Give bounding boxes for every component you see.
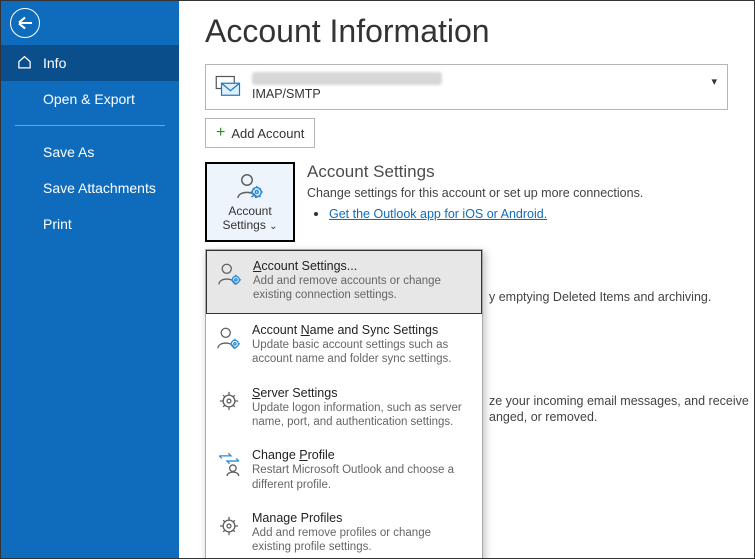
sidebar-item-label: Print — [43, 216, 72, 232]
main-panel: Account Information IMAP/SMTP ▾ + Add Ac… — [179, 1, 754, 558]
menu-item-title: Change Profile — [252, 448, 472, 462]
section-heading: Account Settings — [307, 162, 643, 182]
arrows-person-icon — [216, 448, 242, 492]
menu-item-3[interactable]: Change ProfileRestart Microsoft Outlook … — [206, 439, 482, 502]
menu-item-desc: Add and remove accounts or change existi… — [253, 274, 471, 303]
account-settings-text: Account Settings Change settings for thi… — [307, 162, 643, 242]
account-selector[interactable]: IMAP/SMTP ▾ — [205, 64, 728, 110]
back-arrow-icon — [10, 8, 40, 38]
sidebar-item-save-as[interactable]: Save As — [1, 134, 179, 170]
mail-icon — [214, 74, 244, 100]
big-btn-line2: Settings — [222, 218, 265, 232]
menu-item-desc: Add and remove profiles or change existi… — [252, 526, 472, 555]
backstage-sidebar: Info Open & Export Save As Save Attachme… — [1, 1, 179, 558]
account-settings-menu: Account Settings...Add and remove accoun… — [205, 249, 483, 558]
sidebar-item-print[interactable]: Print — [1, 206, 179, 242]
sidebar-item-save-attachments[interactable]: Save Attachments — [1, 170, 179, 206]
add-account-button[interactable]: + Add Account — [205, 118, 315, 148]
sidebar-item-label: Save Attachments — [43, 180, 156, 196]
gear-icon — [216, 386, 242, 430]
sidebar-separator — [15, 125, 165, 126]
mailbox-settings-peek: y emptying Deleted Items and archiving. — [489, 290, 711, 304]
page-title: Account Information — [205, 13, 728, 50]
menu-item-1[interactable]: Account Name and Sync SettingsUpdate bas… — [206, 314, 482, 377]
home-icon — [17, 55, 32, 70]
sidebar-item-label: Save As — [43, 144, 94, 160]
account-settings-button[interactable]: AccountSettings ⌄ — [205, 162, 295, 242]
menu-item-title: Server Settings — [252, 386, 472, 400]
rules-alerts-peek-2: anged, or removed. — [489, 410, 597, 424]
account-type: IMAP/SMTP — [252, 87, 442, 102]
sidebar-item-label: Info — [43, 55, 66, 71]
sidebar-item-open-export[interactable]: Open & Export — [1, 81, 179, 117]
gear-icon — [216, 511, 242, 555]
account-email-redacted — [252, 72, 442, 85]
menu-item-title: Manage Profiles — [252, 511, 472, 525]
person-gear-icon — [235, 171, 265, 201]
sidebar-item-info[interactable]: Info — [1, 45, 179, 81]
sidebar-item-label: Open & Export — [43, 91, 135, 107]
menu-item-desc: Update basic account settings such as ac… — [252, 338, 472, 367]
menu-item-2[interactable]: Server SettingsUpdate logon information,… — [206, 377, 482, 440]
dropdown-caret-icon: ▾ — [711, 75, 717, 88]
menu-item-desc: Update logon information, such as server… — [252, 401, 472, 430]
menu-item-0[interactable]: Account Settings...Add and remove accoun… — [206, 250, 482, 314]
big-btn-line1: Account — [228, 204, 271, 218]
add-account-label: Add Account — [231, 126, 304, 141]
menu-item-title: Account Name and Sync Settings — [252, 323, 472, 337]
person-gear-icon — [216, 323, 242, 367]
menu-item-4[interactable]: Manage ProfilesAdd and remove profiles o… — [206, 502, 482, 558]
plus-icon: + — [216, 124, 225, 142]
outlook-app-link[interactable]: Get the Outlook app for iOS or Android. — [329, 207, 547, 221]
back-button[interactable] — [1, 1, 49, 45]
menu-item-title: Account Settings... — [253, 259, 471, 273]
rules-alerts-peek-1: ze your incoming email messages, and rec… — [489, 394, 749, 408]
section-desc: Change settings for this account or set … — [307, 186, 643, 200]
menu-item-desc: Restart Microsoft Outlook and choose a d… — [252, 463, 472, 492]
chevron-down-icon: ⌄ — [269, 221, 277, 232]
person-gear-icon — [217, 259, 243, 303]
